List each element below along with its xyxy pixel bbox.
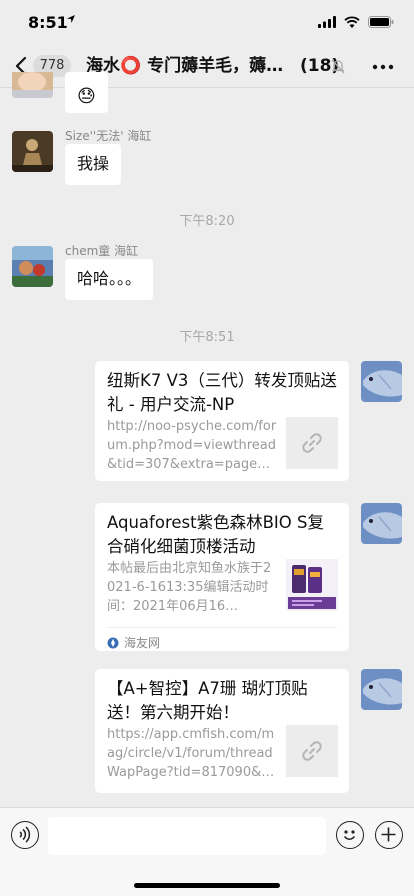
- message-bubble[interactable]: 我操: [65, 144, 122, 185]
- card-description: http://noo-psyche.com/forum.php?mod=view…: [107, 419, 277, 472]
- message-input[interactable]: [48, 817, 326, 855]
- voice-icon: [19, 826, 31, 843]
- avatar[interactable]: [12, 246, 53, 287]
- wifi-icon: [344, 16, 360, 28]
- card-source-name: 海友网: [124, 636, 161, 650]
- plus-icon: [381, 827, 396, 842]
- emoji-icon: [343, 830, 356, 840]
- card-description: 本帖最后由北京知鱼水族于2021-6-1613:35编辑活动时间：2021年06…: [107, 561, 272, 614]
- card-source: 海友网: [107, 627, 337, 651]
- card-thumbnail: [286, 559, 338, 611]
- status-bar: 8:51: [0, 0, 414, 44]
- sender-name: chem童 海缸: [65, 244, 139, 258]
- status-time: 8:51: [28, 13, 68, 32]
- chat-nav-bar: 778 海水⭕ 专门薅羊毛，薅羊毛，薅羊毛 (18): [0, 44, 414, 88]
- site-compass-icon: [107, 637, 119, 648]
- link-icon: [302, 741, 322, 761]
- more-options-icon[interactable]: [372, 64, 394, 70]
- product-image: [286, 559, 338, 611]
- voice-button[interactable]: [11, 821, 39, 849]
- message-bubble[interactable]: 哈哈。。。: [65, 259, 154, 300]
- link-card[interactable]: 【A+智控】A7珊 瑚灯顶贴送！第六期开始！ https://app.cmfis…: [95, 669, 349, 793]
- avatar[interactable]: [12, 72, 53, 98]
- timestamp: 下午8:51: [179, 330, 235, 345]
- card-thumbnail: [286, 417, 338, 469]
- timestamp: 下午8:20: [179, 214, 235, 229]
- emoji-button[interactable]: [336, 821, 364, 849]
- battery-icon: [368, 16, 394, 28]
- cellular-signal-icon: [318, 16, 336, 28]
- card-thumbnail: [286, 725, 338, 777]
- location-arrow-icon: [67, 15, 75, 23]
- home-indicator[interactable]: [134, 883, 280, 888]
- chat-title[interactable]: 海水⭕ 专门薅羊毛，薅羊毛，薅羊毛: [86, 55, 300, 77]
- avatar[interactable]: [12, 131, 53, 172]
- sender-name: Size''无法' 海缸: [65, 129, 152, 143]
- my-avatar[interactable]: [361, 361, 402, 402]
- more-functions-button[interactable]: [375, 821, 403, 849]
- card-title: 纽斯K7 V3（三代）转发顶贴送礼 - 用户交流-NP: [107, 371, 337, 414]
- link-card[interactable]: 纽斯K7 V3（三代）转发顶贴送礼 - 用户交流-NP http://noo-p…: [95, 361, 349, 481]
- link-card[interactable]: Aquaforest紫色森林BIO S复合硝化细菌顶楼活动 本帖最后由北京知鱼水…: [95, 503, 349, 651]
- my-avatar[interactable]: [361, 669, 402, 710]
- link-icon: [302, 433, 322, 453]
- card-title: Aquaforest紫色森林BIO S复合硝化细菌顶楼活动: [107, 513, 324, 556]
- message-bubble[interactable]: 😓: [65, 72, 108, 113]
- my-avatar[interactable]: [361, 503, 402, 544]
- card-title: 【A+智控】A7珊 瑚灯顶贴送！第六期开始！: [107, 679, 308, 722]
- card-description: https://app.cmfish.com/mag/circle/v1/for…: [107, 727, 275, 780]
- chat-input-bar: [0, 807, 414, 896]
- mute-bell-icon: [331, 59, 345, 74]
